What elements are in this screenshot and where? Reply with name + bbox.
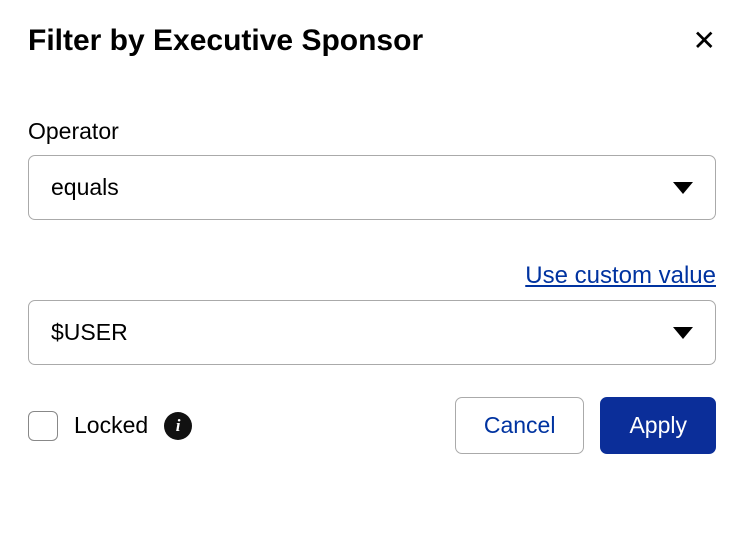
close-icon[interactable]: ✕ (693, 27, 716, 55)
operator-select[interactable]: equals (28, 155, 716, 220)
locked-label: Locked (74, 412, 148, 439)
dialog-footer: Locked i Cancel Apply (28, 397, 716, 454)
custom-value-row: Use custom value (28, 262, 716, 290)
chevron-down-icon (673, 327, 693, 339)
apply-button[interactable]: Apply (600, 397, 716, 454)
dialog-title: Filter by Executive Sponsor (28, 24, 423, 58)
info-icon[interactable]: i (164, 412, 192, 440)
locked-group: Locked i (28, 411, 192, 441)
operator-value: equals (51, 174, 119, 201)
use-custom-value-link[interactable]: Use custom value (525, 262, 716, 290)
value-field: $USER (28, 300, 716, 365)
cancel-button[interactable]: Cancel (455, 397, 585, 454)
dialog-header: Filter by Executive Sponsor ✕ (28, 24, 716, 58)
chevron-down-icon (673, 182, 693, 194)
operator-field: Operator equals (28, 118, 716, 220)
locked-checkbox[interactable] (28, 411, 58, 441)
button-group: Cancel Apply (455, 397, 716, 454)
value-select[interactable]: $USER (28, 300, 716, 365)
operator-label: Operator (28, 118, 716, 145)
value-select-value: $USER (51, 319, 128, 346)
